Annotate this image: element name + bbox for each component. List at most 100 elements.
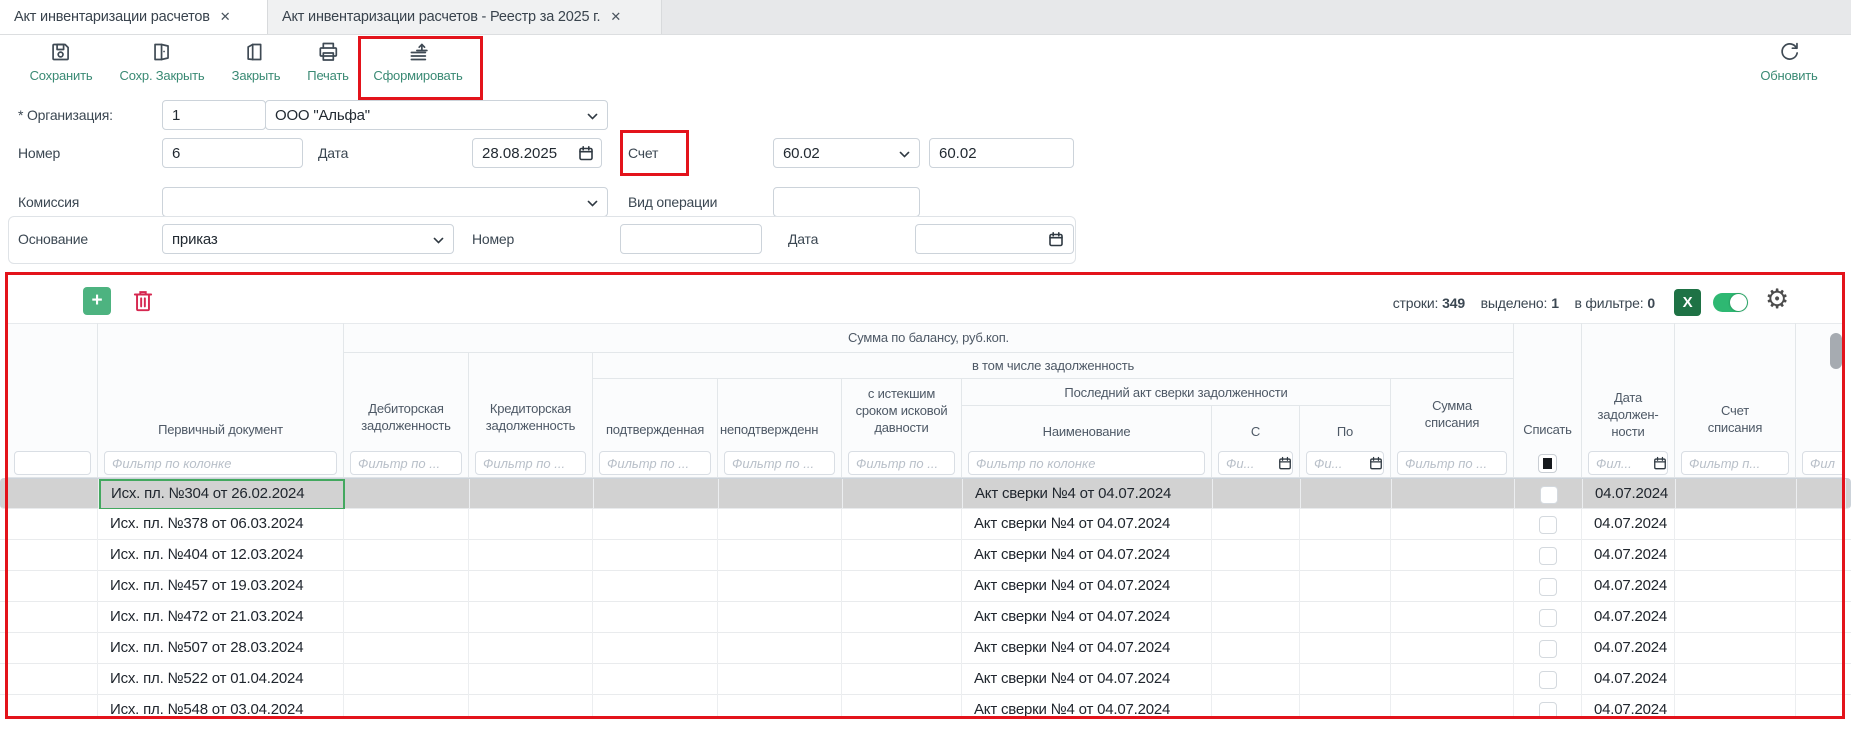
- cell-empty[interactable]: [1391, 571, 1514, 602]
- cell-empty[interactable]: [469, 695, 593, 719]
- vertical-scrollbar[interactable]: [1830, 333, 1842, 369]
- close-button[interactable]: Закрыть: [232, 40, 281, 83]
- cell-empty[interactable]: [344, 664, 469, 695]
- cell-empty[interactable]: [469, 509, 593, 540]
- tab-act-inventory[interactable]: Акт инвентаризации расчетов ✕: [0, 0, 267, 34]
- cell-empty[interactable]: [344, 540, 469, 571]
- cell-writeoff[interactable]: [1514, 633, 1582, 664]
- cell-empty[interactable]: [1675, 540, 1796, 571]
- cell-last-act-name[interactable]: Акт сверки №4 от 04.07.2024: [962, 602, 1212, 633]
- cell-empty[interactable]: [1212, 633, 1300, 664]
- operation-kind-input[interactable]: [773, 187, 920, 217]
- cell-empty[interactable]: [1301, 479, 1392, 510]
- writeoff-checkbox[interactable]: [1539, 671, 1557, 689]
- cell-last-act-name[interactable]: Акт сверки №4 от 04.07.2024: [963, 479, 1213, 510]
- writeoff-checkbox[interactable]: [1539, 640, 1557, 658]
- cell-empty[interactable]: [842, 633, 962, 664]
- account-select[interactable]: 60.02: [773, 138, 920, 168]
- cell-empty[interactable]: [719, 479, 843, 510]
- calendar-icon[interactable]: [1369, 456, 1383, 470]
- table-row[interactable]: Исх. пл. №404 от 12.03.2024Акт сверки №4…: [0, 540, 1851, 571]
- cell-empty[interactable]: [8, 633, 98, 664]
- add-row-button[interactable]: +: [83, 287, 111, 315]
- cell-empty[interactable]: [718, 695, 842, 719]
- filter-toggle[interactable]: [1713, 293, 1748, 312]
- calendar-icon[interactable]: [578, 145, 594, 161]
- cell-empty[interactable]: [718, 602, 842, 633]
- cell-empty[interactable]: [1675, 602, 1796, 633]
- cell-empty[interactable]: [469, 571, 593, 602]
- filter-input-primary-doc[interactable]: [104, 451, 337, 475]
- cell-empty[interactable]: [1675, 633, 1796, 664]
- basis-number-input[interactable]: [620, 224, 762, 254]
- cell-empty[interactable]: [593, 571, 718, 602]
- col-header-writeoff[interactable]: Списать: [1514, 323, 1582, 448]
- cell-debt-date[interactable]: 04.07.2024: [1582, 633, 1675, 664]
- cell-empty[interactable]: [1796, 695, 1845, 719]
- cell-empty[interactable]: [1796, 664, 1845, 695]
- filter-input-writeoff-sum[interactable]: [1397, 451, 1507, 475]
- cell-empty[interactable]: [344, 571, 469, 602]
- excel-export-button[interactable]: X: [1674, 289, 1701, 316]
- cell-debt-date[interactable]: 04.07.2024: [1583, 479, 1676, 510]
- commission-select[interactable]: [162, 187, 608, 217]
- cell-empty[interactable]: [1796, 509, 1845, 540]
- calendar-icon[interactable]: [1653, 456, 1667, 470]
- filter-input-first[interactable]: [14, 451, 91, 475]
- cell-empty[interactable]: [1796, 540, 1845, 571]
- cell-primary-doc[interactable]: Исх. пл. №472 от 21.03.2024: [98, 602, 344, 633]
- table-row[interactable]: Исх. пл. №522 от 01.04.2024Акт сверки №4…: [0, 664, 1851, 695]
- writeoff-checkbox[interactable]: [1540, 486, 1558, 504]
- cell-empty[interactable]: [1300, 571, 1391, 602]
- cell-empty[interactable]: [718, 633, 842, 664]
- gear-icon[interactable]: ⚙: [1762, 285, 1792, 315]
- close-icon[interactable]: ✕: [610, 9, 621, 25]
- cell-empty[interactable]: [1797, 479, 1846, 510]
- cell-debt-date[interactable]: 04.07.2024: [1582, 571, 1675, 602]
- cell-empty[interactable]: [1300, 509, 1391, 540]
- cell-primary-doc[interactable]: Исх. пл. №507 от 28.03.2024: [98, 633, 344, 664]
- cell-empty[interactable]: [718, 664, 842, 695]
- cell-empty[interactable]: [1796, 571, 1845, 602]
- col-header-confirmed[interactable]: подтвержденная: [593, 379, 718, 448]
- col-header-name[interactable]: Наименование: [962, 406, 1212, 448]
- table-row[interactable]: Исх. пл. №472 от 21.03.2024 Акт сверки №4…: [0, 602, 1851, 633]
- cell-primary-doc[interactable]: Исх. пл. №378 от 06.03.2024: [98, 509, 344, 540]
- save-button[interactable]: Сохранить: [30, 40, 93, 83]
- cell-empty[interactable]: [1391, 633, 1514, 664]
- cell-empty[interactable]: [8, 602, 98, 633]
- filter-input-cut[interactable]: [1802, 451, 1845, 475]
- calendar-icon[interactable]: [1048, 231, 1064, 247]
- table-row[interactable]: Исх. пл. №507 от 28.03.2024 Акт сверки №4…: [0, 633, 1851, 664]
- cell-empty[interactable]: [8, 695, 98, 719]
- col-header-debt-date[interactable]: Дата задолжен-ности: [1582, 323, 1675, 448]
- cell-last-act-name[interactable]: Акт сверки №4 от 04.07.2024: [962, 633, 1212, 664]
- cell-empty[interactable]: [469, 540, 593, 571]
- organization-code-input[interactable]: [162, 100, 266, 130]
- writeoff-filter-checkbox[interactable]: [1538, 454, 1557, 473]
- cell-writeoff[interactable]: [1514, 664, 1582, 695]
- writeoff-checkbox[interactable]: [1539, 547, 1557, 565]
- cell-empty[interactable]: [469, 633, 593, 664]
- cell-empty[interactable]: [593, 664, 718, 695]
- cell-empty[interactable]: [842, 540, 962, 571]
- cell-empty[interactable]: [1300, 695, 1391, 719]
- cell-empty[interactable]: [842, 509, 962, 540]
- close-icon[interactable]: ✕: [220, 9, 231, 25]
- cell-last-act-name[interactable]: Акт сверки №4 от 04.07.2024: [962, 540, 1212, 571]
- cell-empty[interactable]: [842, 664, 962, 695]
- col-header-from[interactable]: С: [1212, 406, 1300, 448]
- cell-empty[interactable]: [1675, 571, 1796, 602]
- cell-empty[interactable]: [1300, 664, 1391, 695]
- cell-empty[interactable]: [8, 571, 98, 602]
- cell-empty[interactable]: [1212, 695, 1300, 719]
- cell-empty[interactable]: [594, 479, 719, 510]
- print-button[interactable]: Печать: [307, 40, 348, 83]
- cell-empty[interactable]: [1391, 695, 1514, 719]
- cell-empty[interactable]: [470, 479, 594, 510]
- cell-empty[interactable]: [345, 479, 470, 510]
- cell-empty[interactable]: [718, 509, 842, 540]
- table-row[interactable]: Исх. пл. №457 от 19.03.2024Акт сверки №4…: [0, 571, 1851, 602]
- filter-input-debit[interactable]: [350, 451, 462, 475]
- col-header-unconfirmed[interactable]: неподтвержденн: [718, 379, 842, 448]
